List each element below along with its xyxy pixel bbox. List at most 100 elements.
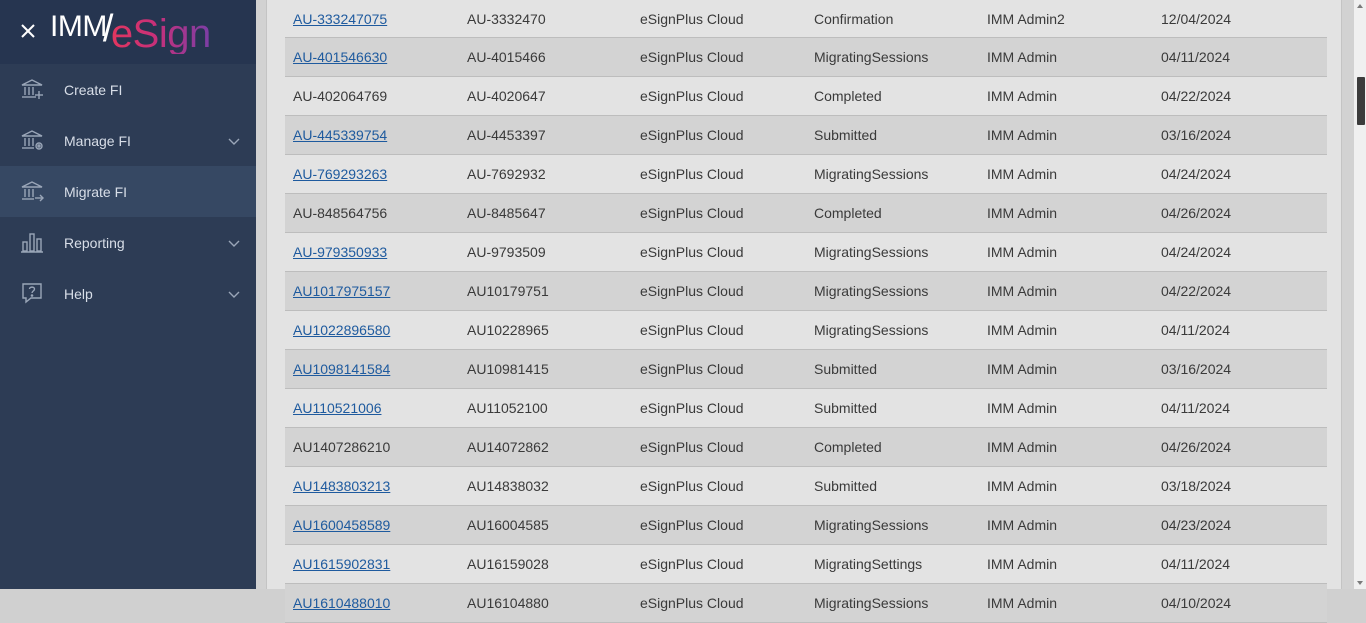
sidebar-header: IMM / eSign xyxy=(0,0,256,64)
id-text: AU1407286210 xyxy=(293,439,391,455)
id-link[interactable]: AU1022896580 xyxy=(293,322,390,338)
user-cell: IMM Admin xyxy=(987,556,1058,572)
environment-cell: eSignPlus Cloud xyxy=(640,556,744,572)
table-row: AU-401546630 AU-4015466 eSignPlus Cloud Mig… xyxy=(285,38,1327,77)
date-cell: 04/11/2024 xyxy=(1161,49,1231,65)
date-cell: 04/11/2024 xyxy=(1161,400,1231,416)
code-cell: AU11052100 xyxy=(467,400,548,416)
status-cell: Submitted xyxy=(814,478,878,494)
environment-cell: eSignPlus Cloud xyxy=(640,49,744,65)
code-cell: AU-4015466 xyxy=(467,49,546,65)
code-cell: AU10228965 xyxy=(467,322,549,338)
date-cell: 04/24/2024 xyxy=(1161,244,1232,260)
status-cell: MigratingSessions xyxy=(814,283,929,299)
sidebar-item-manage-fi[interactable]: Manage FI xyxy=(0,115,256,166)
id-link[interactable]: AU-333247075 xyxy=(293,11,387,27)
status-cell: Submitted xyxy=(814,400,878,416)
scroll-up-icon[interactable] xyxy=(1357,3,1363,9)
sidebar-item-create-fi[interactable]: Create FI xyxy=(0,64,256,115)
user-cell: IMM Admin xyxy=(987,244,1058,260)
sidebar-item-label: Reporting xyxy=(64,234,125,251)
app-logo: IMM / eSign xyxy=(50,8,211,56)
table-row: AU1610488010 AU16104880 eSignPlus Cloud Mig… xyxy=(285,584,1327,623)
id-link[interactable]: AU1098141584 xyxy=(293,361,390,377)
sidebar-item-help[interactable]: Help xyxy=(0,268,256,319)
id-link[interactable]: AU1610488010 xyxy=(293,595,390,611)
table-row: AU-402064769 AU-4020647 eSignPlus Cloud Com… xyxy=(285,77,1327,116)
vertical-scrollbar[interactable] xyxy=(1354,0,1366,589)
environment-cell: eSignPlus Cloud xyxy=(640,517,744,533)
user-cell: IMM Admin xyxy=(987,478,1058,494)
code-cell: AU10981415 xyxy=(467,361,549,377)
scroll-thumb[interactable] xyxy=(1357,77,1365,125)
scroll-down-icon[interactable] xyxy=(1357,580,1363,586)
status-cell: MigratingSettings xyxy=(814,556,923,572)
table-row: AU1407286210 AU14072862 eSignPlus Cloud Com… xyxy=(285,428,1327,467)
date-cell: 04/23/2024 xyxy=(1161,517,1232,533)
date-cell: 04/11/2024 xyxy=(1161,556,1231,572)
date-cell: 03/18/2024 xyxy=(1161,478,1232,494)
close-icon[interactable] xyxy=(18,21,38,41)
environment-cell: eSignPlus Cloud xyxy=(640,10,744,27)
chevron-down-icon xyxy=(228,138,240,145)
id-link[interactable]: AU-401546630 xyxy=(293,49,387,65)
user-cell: IMM Admin xyxy=(987,517,1058,533)
environment-cell: eSignPlus Cloud xyxy=(640,88,744,104)
environment-cell: eSignPlus Cloud xyxy=(640,244,744,260)
environment-cell: eSignPlus Cloud xyxy=(640,127,744,143)
status-cell: Submitted xyxy=(814,361,878,377)
table-row: AU110521006 AU11052100 eSignPlus Cloud Subm… xyxy=(285,389,1327,428)
user-cell: IMM Admin xyxy=(987,322,1058,338)
user-cell: IMM Admin xyxy=(987,361,1058,377)
table-row: AU1098141584 AU10981415 eSignPlus Cloud Sub… xyxy=(285,350,1327,389)
id-text: AU-402064769 xyxy=(293,88,388,104)
id-link[interactable]: AU1615902831 xyxy=(293,556,390,572)
sidebar-item-reporting[interactable]: Reporting xyxy=(0,217,256,268)
id-link[interactable]: AU-979350933 xyxy=(293,244,387,260)
bank-arrow-icon xyxy=(21,181,44,202)
bar-chart-icon xyxy=(21,233,43,253)
status-cell: Completed xyxy=(814,205,882,221)
code-cell: AU-4453397 xyxy=(467,127,546,143)
sidebar-item-label: Help xyxy=(64,285,93,302)
id-link[interactable]: AU-445339754 xyxy=(293,127,387,143)
table-row: AU-979350933 AU-9793509 eSignPlus Cloud Mig… xyxy=(285,233,1327,272)
code-cell: AU10179751 xyxy=(467,283,549,299)
status-cell: MigratingSessions xyxy=(814,322,929,338)
logo-imm: IMM xyxy=(50,10,107,43)
environment-cell: eSignPlus Cloud xyxy=(640,478,744,494)
id-link[interactable]: AU-769293263 xyxy=(293,166,387,182)
date-cell: 04/11/2024 xyxy=(1161,322,1231,338)
sidebar: IMM / eSign Create FI Manage FI Migrate … xyxy=(0,0,256,589)
status-cell: MigratingSessions xyxy=(814,244,929,260)
user-cell: IMM Admin xyxy=(987,439,1058,455)
status-cell: MigratingSessions xyxy=(814,595,929,611)
user-cell: IMM Admin xyxy=(987,127,1058,143)
status-cell: MigratingSessions xyxy=(814,517,929,533)
code-cell: AU-4020647 xyxy=(467,88,546,104)
help-icon xyxy=(22,283,42,304)
id-link[interactable]: AU1600458589 xyxy=(293,517,390,533)
bank-gear-icon xyxy=(21,130,43,150)
code-cell: AU-8485647 xyxy=(467,205,546,221)
chevron-down-icon xyxy=(228,240,240,247)
id-link[interactable]: AU1483803213 xyxy=(293,478,390,494)
environment-cell: eSignPlus Cloud xyxy=(640,400,744,416)
date-cell: 12/04/2024 xyxy=(1161,10,1232,27)
code-cell: AU-3332470 xyxy=(467,10,546,27)
sidebar-item-label: Manage FI xyxy=(64,132,131,149)
date-cell: 03/16/2024 xyxy=(1161,127,1232,143)
id-link[interactable]: AU1017975157 xyxy=(293,283,390,299)
table-row: AU-445339754 AU-4453397 eSignPlus Cloud Sub… xyxy=(285,116,1327,155)
date-cell: 03/16/2024 xyxy=(1161,361,1232,377)
code-cell: AU-9793509 xyxy=(467,244,546,260)
main-content: AU-333247075 AU-3332470 eSignPlus Cloud Con… xyxy=(256,0,1366,623)
sidebar-item-migrate-fi[interactable]: Migrate FI xyxy=(0,166,256,217)
user-cell: IMM Admin xyxy=(987,205,1058,221)
table-row: AU-333247075 AU-3332470 eSignPlus Cloud Con… xyxy=(285,0,1327,38)
user-cell: IMM Admin xyxy=(987,88,1058,104)
status-cell: MigratingSessions xyxy=(814,166,929,182)
id-link[interactable]: AU110521006 xyxy=(293,400,381,416)
table-row: AU1615902831 AU16159028 eSignPlus Cloud Mig… xyxy=(285,545,1327,584)
date-cell: 04/26/2024 xyxy=(1161,205,1232,221)
